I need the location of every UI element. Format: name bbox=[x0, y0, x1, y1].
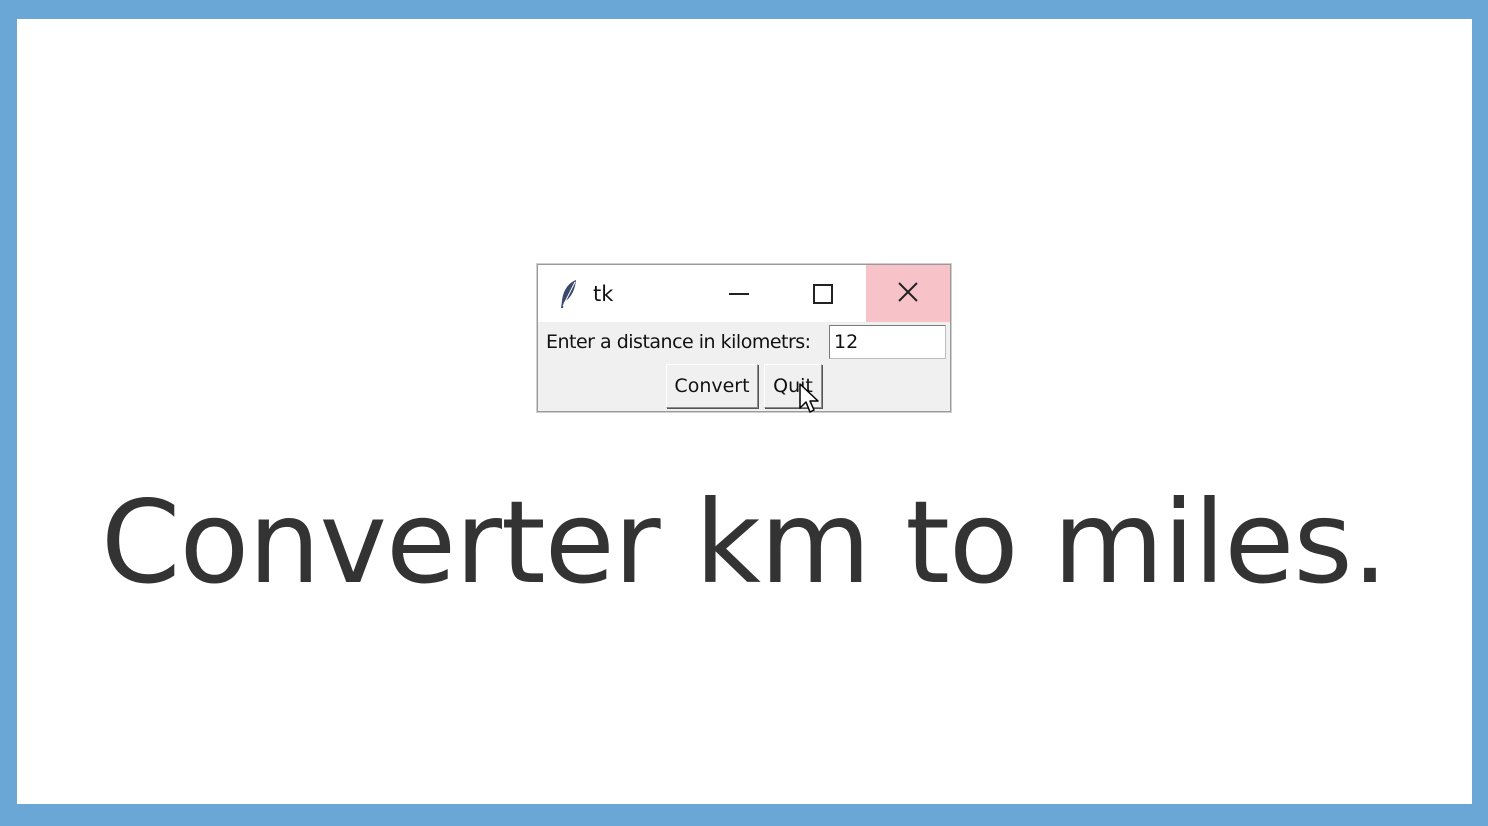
title-bar[interactable]: tk bbox=[538, 265, 950, 322]
minimize-icon bbox=[729, 292, 749, 295]
button-row: Convert Quit bbox=[538, 362, 950, 410]
close-button[interactable] bbox=[866, 265, 950, 322]
close-icon bbox=[897, 281, 919, 307]
maximize-icon bbox=[813, 283, 833, 304]
window-title: tk bbox=[593, 282, 614, 306]
distance-label: Enter a distance in kilometrs: bbox=[546, 331, 811, 353]
maximize-button[interactable] bbox=[781, 265, 865, 322]
mouse-cursor-icon bbox=[798, 382, 824, 416]
km-input[interactable] bbox=[829, 325, 946, 359]
tk-window: tk Enter a distance in kilometrs: Conver… bbox=[537, 264, 951, 412]
minimize-button[interactable] bbox=[697, 265, 781, 322]
convert-button[interactable]: Convert bbox=[666, 364, 758, 408]
caption-text: Converter km to miles. bbox=[100, 476, 1388, 609]
distance-row: Enter a distance in kilometrs: bbox=[538, 324, 950, 362]
feather-icon bbox=[558, 279, 580, 309]
